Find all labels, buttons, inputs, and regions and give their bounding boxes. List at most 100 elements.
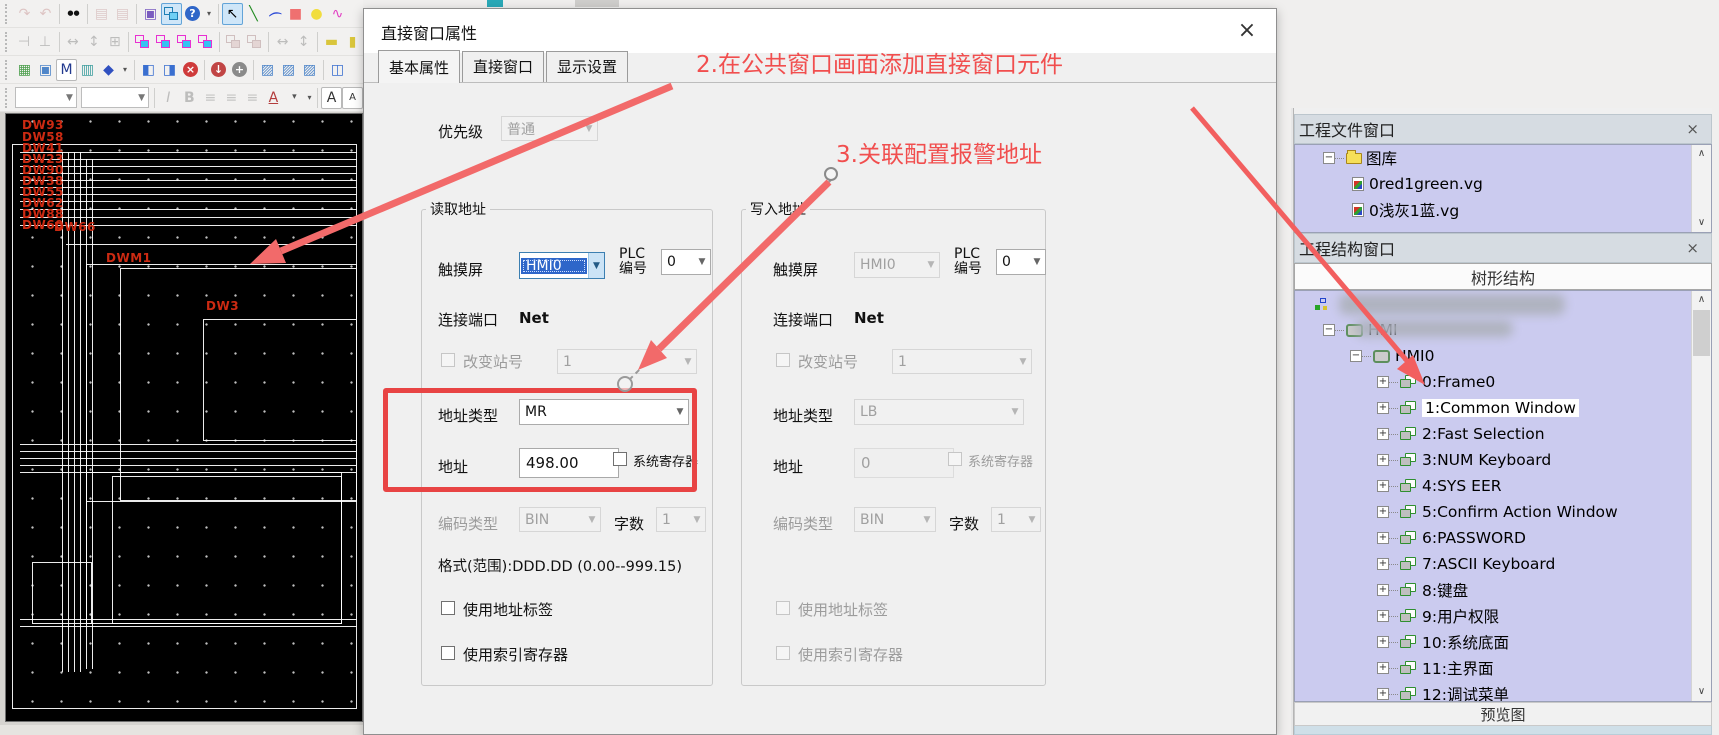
scroll-up-icon[interactable]: ∧ — [1692, 145, 1711, 163]
tree-item-HMI0[interactable]: −HMI0 — [1295, 343, 1711, 369]
window-info-icon[interactable]: ◨ — [159, 59, 180, 81]
tree-item-2:Fast Selection[interactable]: +2:Fast Selection — [1295, 421, 1711, 447]
read-enc-combo[interactable]: BIN▼ — [519, 507, 601, 532]
read-station-combo[interactable]: 1▼ — [557, 349, 697, 374]
trend-window-icon[interactable]: ▨ — [257, 59, 278, 81]
expand-icon[interactable]: + — [1377, 454, 1389, 466]
tree-item-9:用户权限[interactable]: +9:用户权限 — [1295, 603, 1711, 629]
tab-显示设置[interactable]: 显示设置 — [546, 51, 628, 82]
draw-ellipse-icon[interactable]: ● — [306, 3, 327, 25]
scroll-up-icon[interactable]: ∧ — [1692, 291, 1711, 309]
window-delete-icon[interactable]: × — [180, 59, 201, 81]
bring-front-icon[interactable] — [132, 31, 153, 53]
write-words-combo[interactable]: 1▼ — [991, 507, 1041, 532]
expand-icon[interactable]: + — [1377, 662, 1389, 674]
group-icon[interactable] — [223, 31, 244, 53]
redo-icon[interactable]: ↷ — [14, 3, 35, 25]
read-use-index-checkbox[interactable] — [441, 646, 455, 660]
file-item-图库[interactable]: −图库 — [1295, 145, 1711, 171]
read-words-combo[interactable]: 1▼ — [656, 507, 706, 532]
collapse-icon[interactable]: − — [1323, 152, 1335, 164]
toolbar-overflow-icon[interactable]: ▾ — [305, 87, 314, 109]
help-icon[interactable]: ? — [182, 3, 203, 25]
file-item-0red1green.vg[interactable]: 0red1green.vg — [1295, 171, 1711, 197]
select-elements-icon[interactable] — [161, 3, 182, 25]
expand-icon[interactable]: + — [1377, 610, 1389, 622]
toolbar-overflow-icon[interactable]: ▾ — [203, 3, 215, 25]
ungroup-icon[interactable] — [244, 31, 265, 53]
font-enlarge-icon[interactable]: A — [321, 87, 342, 109]
expand-icon[interactable]: + — [1377, 402, 1389, 414]
undo-icon[interactable]: ↶ — [35, 3, 56, 25]
send-backward-icon[interactable] — [195, 31, 216, 53]
add-picture-icon[interactable]: ▦ — [14, 59, 35, 81]
write-station-combo[interactable]: 1▼ — [892, 349, 1032, 374]
table-window-icon[interactable]: ▨ — [278, 59, 299, 81]
tree-item-0:Frame0[interactable]: +0:Frame0 — [1295, 369, 1711, 395]
tree-item-10:系统底面[interactable]: +10:系统底面 — [1295, 629, 1711, 655]
toolbar-grip[interactable] — [5, 60, 12, 80]
send-back-icon[interactable] — [153, 31, 174, 53]
write-sysreg-checkbox[interactable] — [948, 452, 962, 466]
write-plc-combo[interactable]: 0▼ — [996, 249, 1046, 275]
font-shrink-icon[interactable]: A — [342, 87, 363, 109]
same-height-icon[interactable]: ↕ — [83, 31, 104, 53]
ruler-v-icon[interactable]: ▮ — [342, 31, 363, 53]
tree-item-6:PASSWORD[interactable]: +6:PASSWORD — [1295, 525, 1711, 551]
priority-combo[interactable]: 普通▼ — [501, 116, 598, 141]
collapse-icon[interactable]: − — [1323, 324, 1335, 336]
preview-tab[interactable]: 预览图 — [1294, 702, 1712, 726]
import-icon[interactable]: ↓ — [208, 59, 229, 81]
tree-item-4:SYS EER[interactable]: +4:SYS EER — [1295, 473, 1711, 499]
tree-item-8:键盘[interactable]: +8:键盘 — [1295, 577, 1711, 603]
write-hmi-combo[interactable]: HMI0▼ — [854, 252, 940, 278]
find-icon[interactable]: ●● — [63, 3, 84, 25]
tab-基本属性[interactable]: 基本属性 — [378, 50, 460, 83]
address-info-icon[interactable]: ▣ — [140, 3, 161, 25]
draw-line-icon[interactable]: ╲ — [243, 3, 264, 25]
find-window-icon[interactable]: ◆ — [98, 59, 119, 81]
align-left-icon[interactable]: ≡ — [200, 87, 221, 109]
files-scrollbar[interactable]: ∧ ∨ — [1691, 145, 1711, 232]
expand-icon[interactable]: + — [1377, 506, 1389, 518]
scrollbar-thumb[interactable] — [1693, 310, 1710, 356]
report-window-icon[interactable]: ▨ — [299, 59, 320, 81]
ruler-h-icon[interactable]: ▬ — [321, 31, 342, 53]
expand-icon[interactable]: + — [1377, 636, 1389, 648]
collapse-icon[interactable]: − — [1350, 350, 1362, 362]
italic-icon[interactable]: I — [158, 87, 179, 109]
tree-structure-tab[interactable]: 树形结构 — [1294, 263, 1712, 290]
read-hmi-combo[interactable]: HMI0▼ — [519, 252, 605, 279]
tree-item-11:主界面[interactable]: +11:主界面 — [1295, 655, 1711, 681]
print-preview-icon[interactable]: ▤ — [112, 3, 133, 25]
cursor-select-icon[interactable]: ↖ — [222, 3, 243, 25]
design-canvas[interactable]: DW93DW58DW41DW23DW90DW38DW55DW62DW88DW60… — [5, 113, 363, 722]
nudge-down-icon[interactable]: ⊥ — [35, 31, 56, 53]
tab-直接窗口[interactable]: 直接窗口 — [462, 51, 544, 82]
scroll-down-icon[interactable]: ∨ — [1692, 683, 1711, 701]
font-family-combo[interactable]: ▼ — [15, 87, 77, 108]
write-enc-combo[interactable]: BIN▼ — [854, 507, 936, 532]
tree-item-1:Common Window[interactable]: +1:Common Window — [1295, 395, 1711, 421]
nudge-left-icon[interactable]: ⊣ — [14, 31, 35, 53]
tree-item-7:ASCII Keyboard[interactable]: +7:ASCII Keyboard — [1295, 551, 1711, 577]
close-icon[interactable]: × — [1686, 239, 1699, 257]
read-change-station-checkbox[interactable] — [441, 353, 455, 367]
expand-icon[interactable]: + — [1377, 480, 1389, 492]
file-item-0浅灰1蓝.vg[interactable]: 0浅灰1蓝.vg — [1295, 197, 1711, 223]
font-color-dropdown-icon[interactable]: ▾ — [284, 87, 305, 109]
window-op-icon[interactable]: ◫ — [327, 59, 348, 81]
window-insert-icon[interactable]: ◧ — [138, 59, 159, 81]
bring-forward-icon[interactable] — [174, 31, 195, 53]
write-addrtype-combo[interactable]: LB▼ — [854, 399, 1024, 425]
close-icon[interactable]: × — [1686, 120, 1699, 138]
toolbar-overflow-icon[interactable]: ▾ — [119, 59, 131, 81]
font-color-icon[interactable]: A — [263, 87, 284, 109]
close-icon[interactable]: × — [1232, 16, 1262, 46]
draw-arc-icon[interactable]: ( — [264, 3, 285, 25]
h-spacing-icon[interactable]: ↔ — [272, 31, 293, 53]
tree-item-5:Confirm Action Window[interactable]: +5:Confirm Action Window — [1295, 499, 1711, 525]
align-center-icon[interactable]: ≡ — [221, 87, 242, 109]
expand-icon[interactable]: + — [1377, 428, 1389, 440]
read-plc-combo[interactable]: 0▼ — [661, 249, 711, 275]
